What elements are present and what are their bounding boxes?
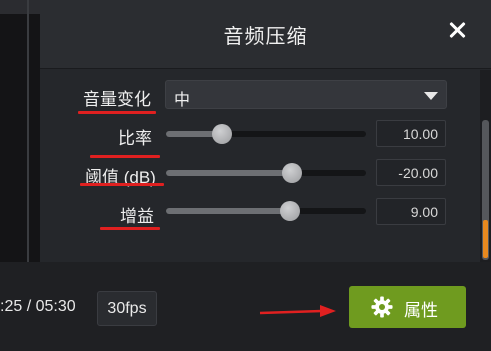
threshold-slider[interactable] bbox=[166, 163, 366, 183]
annotation-underline bbox=[90, 155, 160, 158]
panel-title: 音频压缩 bbox=[223, 26, 308, 48]
ratio-label: 比率 bbox=[118, 129, 152, 148]
ratio-slider-thumb[interactable] bbox=[212, 124, 232, 144]
gear-icon bbox=[371, 296, 393, 318]
annotation-arrow bbox=[259, 305, 336, 317]
gain-slider[interactable] bbox=[166, 201, 366, 221]
volume-change-select[interactable]: 中 bbox=[165, 80, 447, 109]
annotation-underline bbox=[78, 111, 156, 114]
annotation-underline bbox=[100, 227, 160, 230]
gain-label: 增益 bbox=[120, 207, 154, 226]
vertical-scrollbar[interactable] bbox=[480, 70, 491, 262]
threshold-slider-thumb[interactable] bbox=[282, 163, 302, 183]
panel-titlebar: 音频压缩 bbox=[40, 0, 491, 69]
threshold-slider-fill bbox=[166, 170, 292, 176]
timecode-display: :25 / 05:30 bbox=[0, 298, 76, 315]
gain-slider-fill bbox=[166, 208, 290, 214]
properties-button[interactable]: 属性 bbox=[349, 286, 466, 328]
annotation-underline bbox=[80, 183, 164, 186]
gain-value[interactable]: 9.00 bbox=[376, 198, 446, 225]
properties-button-label: 属性 bbox=[404, 301, 438, 320]
close-icon[interactable] bbox=[449, 22, 465, 38]
audio-compression-panel: 音频压缩 音量变化 中 比率 10.00 阈值 (dB) -20.00 增益 9… bbox=[40, 0, 491, 262]
volume-change-value: 中 bbox=[174, 92, 191, 109]
gain-slider-thumb[interactable] bbox=[280, 201, 300, 221]
scrollbar-marker bbox=[483, 220, 488, 258]
ratio-value[interactable]: 10.00 bbox=[376, 120, 446, 147]
left-panel-header bbox=[0, 0, 40, 14]
chevron-down-icon bbox=[424, 92, 438, 100]
left-panel-divider bbox=[27, 0, 29, 262]
volume-change-label: 音量变化 bbox=[83, 90, 151, 109]
threshold-value[interactable]: -20.00 bbox=[376, 159, 446, 186]
left-panel bbox=[0, 0, 40, 262]
fps-display[interactable]: 30fps bbox=[97, 291, 157, 326]
ratio-slider[interactable] bbox=[166, 124, 366, 144]
